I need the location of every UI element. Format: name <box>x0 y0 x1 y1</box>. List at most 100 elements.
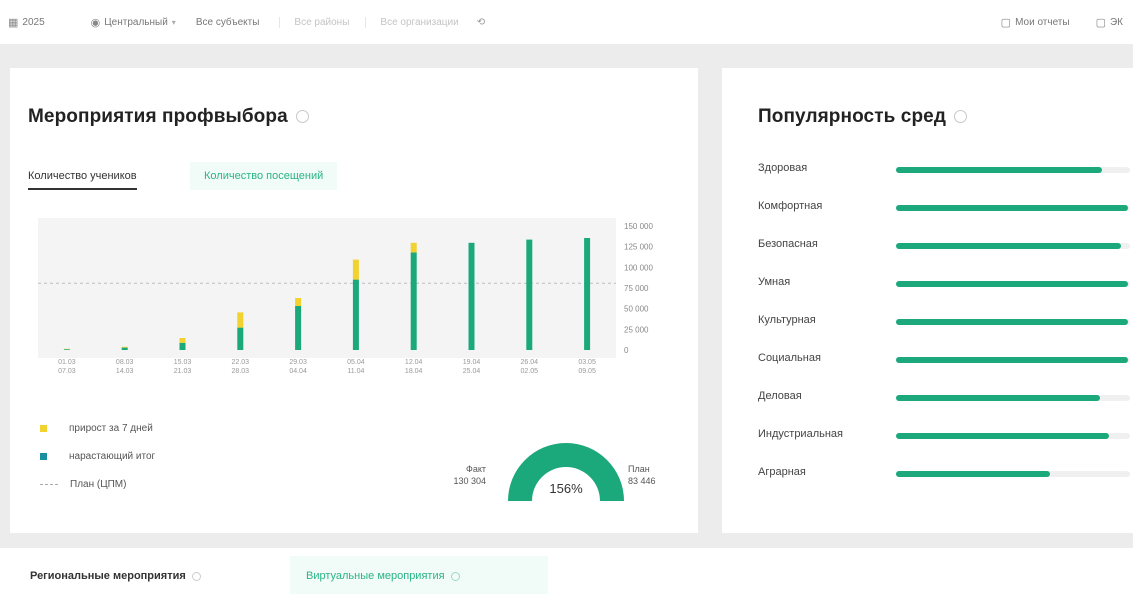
tab-virtual-label: Виртуальные мероприятия <box>306 570 460 582</box>
info-icon[interactable] <box>953 110 967 124</box>
bar-cumulative <box>584 238 591 350</box>
popularity-bar-track <box>896 243 1130 249</box>
yellow-swatch <box>40 424 47 432</box>
location-icon: ◉ <box>90 16 101 29</box>
dashed-line-swatch <box>40 483 58 485</box>
x-tick-label: 15.03 <box>174 359 192 366</box>
legend-item-increase: прирост за 7 дней <box>40 414 155 442</box>
events-panel: Мероприятия профвыбора Количество ученик… <box>10 68 698 533</box>
popularity-row: Социальная <box>758 350 1130 370</box>
gauge-plan: План 83 446 <box>628 463 656 487</box>
popularity-label: Безопасная <box>758 238 818 250</box>
popularity-label: Комфортная <box>758 200 823 212</box>
bar-chart: 150 000 125 000 100 000 75 000 50 000 25 000 0… <box>38 222 653 375</box>
popularity-panel: Популярность сред Здоровая Комфортная Безо… <box>722 68 1133 533</box>
info-icon <box>450 571 460 581</box>
popularity-bar-track <box>896 357 1130 363</box>
popularity-label: Аграрная <box>758 466 806 478</box>
x-tick-label: 12.04 <box>405 359 423 366</box>
legend-label-plan: План (ЦПМ) <box>70 478 127 490</box>
gauge-plan-label: План <box>628 464 650 474</box>
district-filter[interactable]: ◉ Центральный ▾ <box>91 16 176 29</box>
popularity-bar-fill <box>896 395 1100 401</box>
user-label: ЭК <box>1109 16 1123 28</box>
popularity-row: Здоровая <box>758 160 1130 180</box>
x-tick-label: 04.04 <box>289 368 307 375</box>
x-tick-label: 09.05 <box>578 368 596 375</box>
popularity-row: Комфортная <box>758 198 1130 218</box>
x-tick-label: 19.04 <box>463 359 481 366</box>
x-tick-label: 14.03 <box>116 368 134 375</box>
popularity-label: Культурная <box>758 314 816 326</box>
popularity-row: Умная <box>758 274 1130 294</box>
x-tick-label: 25.04 <box>463 368 481 375</box>
x-tick-label: 01.03 <box>58 359 76 366</box>
popularity-bar-fill <box>896 433 1109 439</box>
bar-cumulative <box>121 347 128 350</box>
district-value: Центральный <box>104 16 168 28</box>
popularity-label: Социальная <box>758 352 821 364</box>
popularity-bar-track <box>896 167 1130 173</box>
x-tick-label: 18.04 <box>405 368 423 375</box>
popularity-row: Аграрная <box>758 464 1130 484</box>
user-button[interactable]: ▢ ЭК <box>1096 16 1123 29</box>
bar-increase <box>121 346 128 348</box>
bottom-tabs: Региональные мероприятия Виртуальные мер… <box>0 548 1133 594</box>
bar-increase <box>237 312 244 328</box>
popularity-bar-fill <box>896 281 1128 287</box>
tab-regional-events[interactable]: Региональные мероприятия <box>30 570 201 582</box>
subjects-value: Все субъекты <box>195 16 260 28</box>
y-tick-label: 75 000 <box>624 284 649 293</box>
popularity-label: Здоровая <box>758 162 808 174</box>
bar-cumulative <box>295 306 302 350</box>
x-tick-label: 22.03 <box>232 359 250 366</box>
bar-cumulative <box>237 327 244 350</box>
district-select[interactable]: Все районы <box>279 16 349 28</box>
popularity-bar-track <box>896 319 1130 325</box>
tab-virtual-events[interactable]: Виртуальные мероприятия <box>290 556 548 594</box>
reset-filters-button[interactable]: ⟲ <box>477 17 485 28</box>
popularity-bar-fill <box>896 319 1128 325</box>
tab-virtual-text: Виртуальные мероприятия <box>306 570 445 582</box>
x-tick-label: 29.03 <box>289 359 307 366</box>
x-tick-label: 11.04 <box>347 368 364 375</box>
y-tick-label: 150 000 <box>624 222 653 231</box>
x-tick-label: 26.04 <box>521 359 539 366</box>
organization-select[interactable]: Все организации <box>365 16 459 28</box>
legend-label-cumulative: нарастающий итог <box>69 450 156 462</box>
popularity-row: Индустриальная <box>758 426 1130 446</box>
y-tick-label: 50 000 <box>624 305 649 314</box>
legend-label-increase: прирост за 7 дней <box>69 422 153 434</box>
filter-bar: ▦ 2025 ◉ Центральный ▾ Все субъекты Все … <box>0 0 1133 44</box>
info-icon <box>191 571 201 581</box>
bar-increase <box>410 242 417 253</box>
y-tick-label: 100 000 <box>624 263 653 272</box>
reports-button[interactable]: ▢ Мои отчеты <box>1001 16 1070 29</box>
x-tick-label: 21.03 <box>174 368 192 375</box>
reports-label: Мои отчеты <box>1015 16 1070 28</box>
x-tick-label: 07.03 <box>58 368 76 375</box>
x-tick-label: 02.05 <box>521 368 539 375</box>
bar-cumulative <box>526 239 533 350</box>
user-icon: ▢ <box>1095 16 1106 29</box>
popularity-bar-fill <box>896 205 1128 211</box>
bar-cumulative <box>352 279 359 350</box>
popularity-row: Безопасная <box>758 236 1130 256</box>
bar-increase <box>179 338 186 343</box>
popularity-bar-fill <box>896 357 1128 363</box>
bar-cumulative <box>410 252 417 350</box>
y-tick-label: 25 000 <box>624 325 649 334</box>
calendar-icon: ▦ <box>8 16 19 29</box>
organization-select-value: Все организации <box>380 16 459 28</box>
subjects-filter[interactable]: Все субъекты <box>196 17 260 28</box>
chevron-down-icon: ▾ <box>171 17 176 27</box>
legend-item-cumulative: нарастающий итог <box>40 442 155 470</box>
bar-cumulative <box>468 242 475 350</box>
popularity-bar-fill <box>896 243 1121 249</box>
popularity-bar-track <box>896 471 1130 477</box>
tab-regional-label: Региональные мероприятия <box>30 570 186 582</box>
y-tick-label: 125 000 <box>624 243 653 252</box>
gauge-plan-value: 83 446 <box>628 476 656 486</box>
bar-increase <box>352 259 359 280</box>
year-filter[interactable]: ▦ 2025 <box>8 16 45 29</box>
